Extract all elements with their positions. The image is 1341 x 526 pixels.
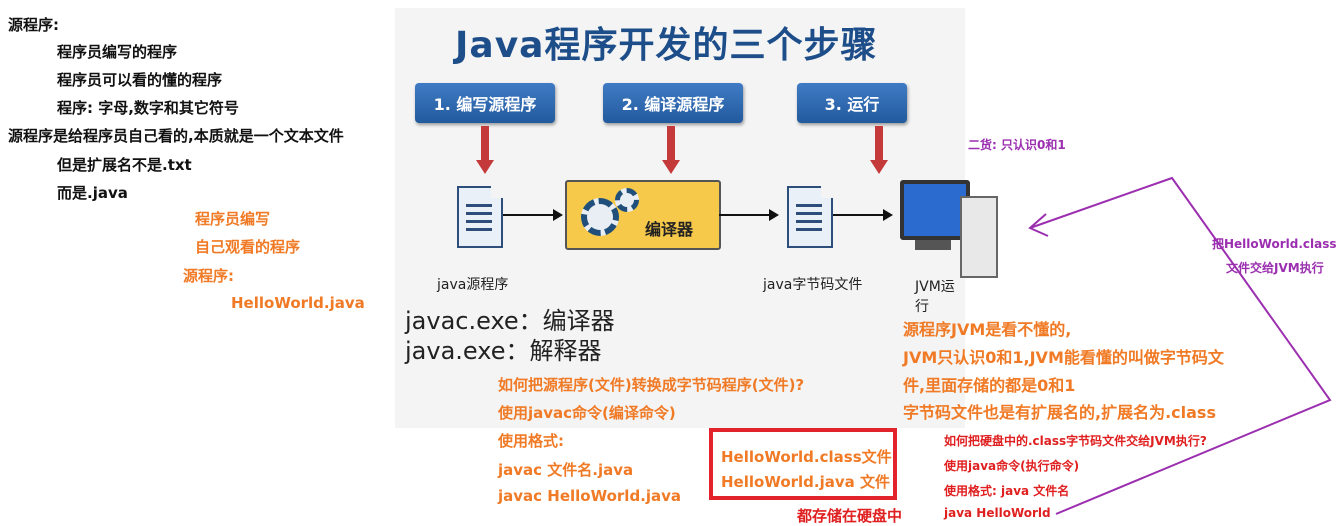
purple-arrow-path	[1028, 176, 1332, 515]
